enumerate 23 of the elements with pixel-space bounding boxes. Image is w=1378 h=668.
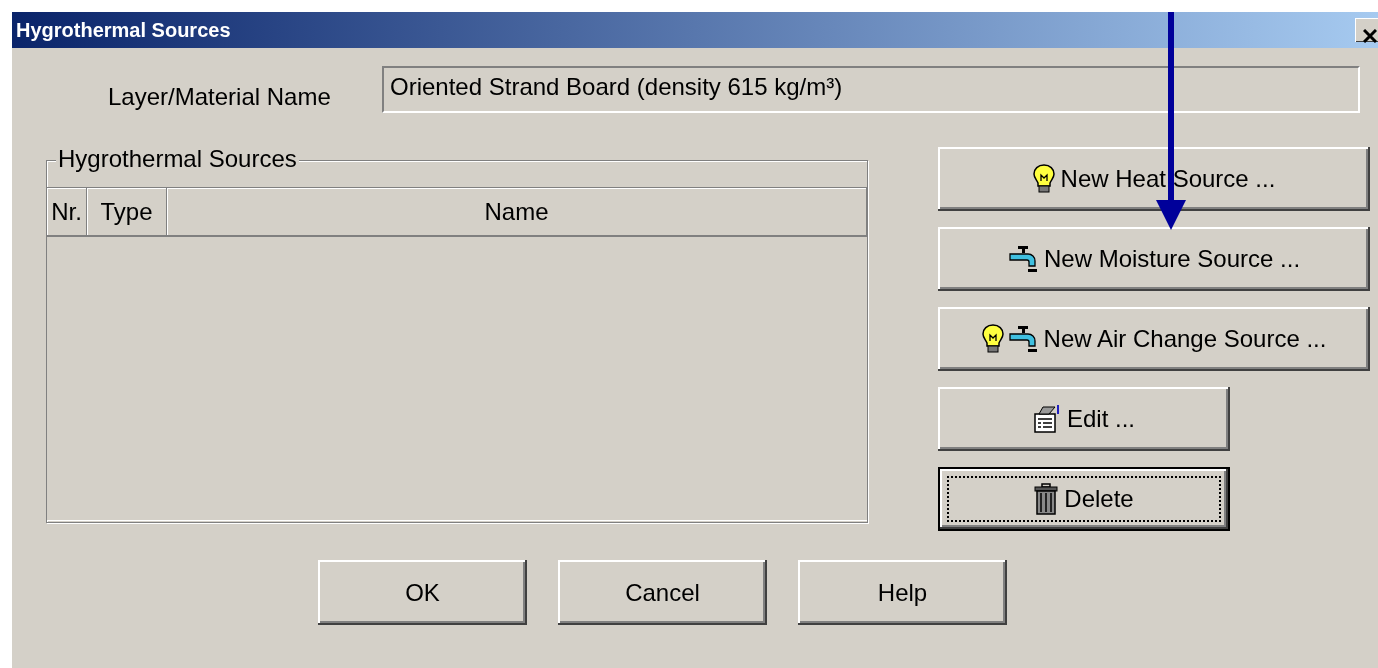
close-icon bbox=[1363, 29, 1377, 43]
material-name-field[interactable]: Oriented Strand Board (density 615 kg/m³) bbox=[382, 66, 1360, 113]
edit-button[interactable]: Edit ... bbox=[938, 387, 1230, 451]
light-bulb-icon bbox=[1032, 164, 1055, 194]
ok-button[interactable]: OK bbox=[318, 560, 527, 625]
new-moisture-source-button[interactable]: New Moisture Source ... bbox=[938, 227, 1370, 291]
field-label: Layer/Material Name bbox=[108, 81, 332, 111]
window-title: Hygrothermal Sources bbox=[16, 18, 231, 42]
delete-button[interactable]: Delete bbox=[938, 467, 1230, 531]
column-header[interactable]: Name bbox=[167, 188, 867, 235]
properties-icon bbox=[1033, 404, 1061, 434]
trash-can-icon bbox=[1034, 483, 1059, 515]
close-button[interactable] bbox=[1355, 18, 1378, 42]
column-header[interactable]: Type bbox=[87, 188, 167, 235]
sources-list[interactable]: Nr. Type Name bbox=[47, 187, 867, 521]
new-heat-source-button[interactable]: New Heat Source ... bbox=[938, 147, 1370, 211]
column-header[interactable]: Nr. bbox=[47, 188, 87, 235]
faucet-icon bbox=[1007, 325, 1038, 353]
faucet-icon bbox=[1007, 245, 1038, 273]
help-button[interactable]: Help bbox=[798, 560, 1007, 625]
new-air-change-source-button[interactable]: New Air Change Source ... bbox=[938, 307, 1370, 371]
light-bulb-icon bbox=[981, 324, 1004, 354]
cancel-button[interactable]: Cancel bbox=[558, 560, 767, 625]
